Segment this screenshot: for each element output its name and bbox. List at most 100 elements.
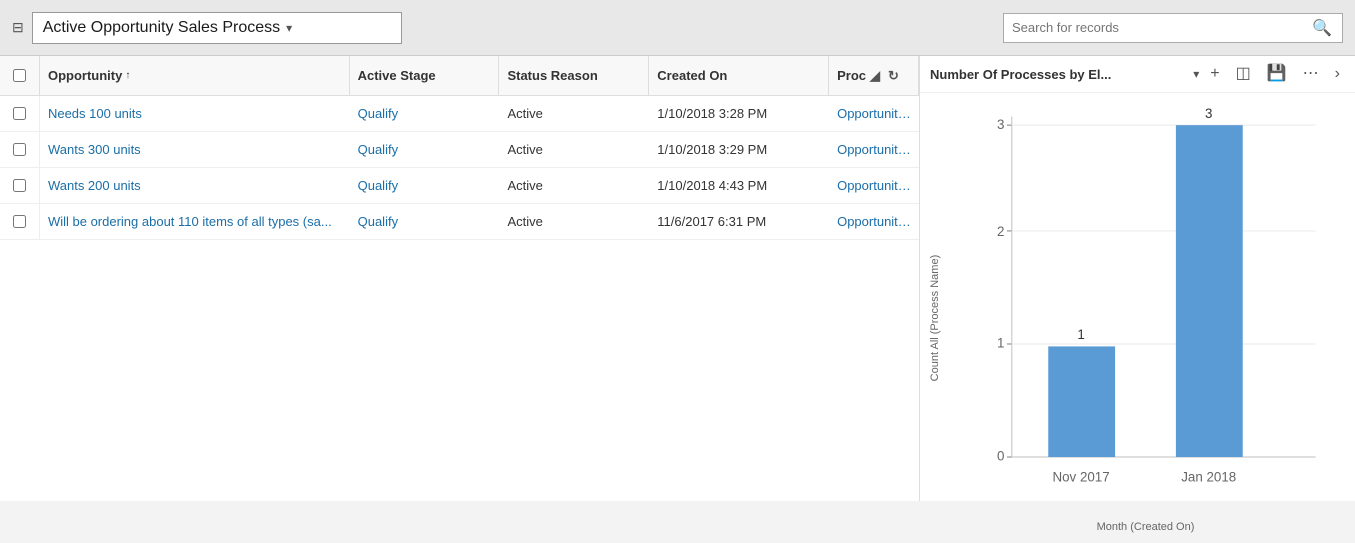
title-dropdown-arrow[interactable]: ▾ xyxy=(286,21,292,35)
search-box[interactable]: 🔍 xyxy=(1003,13,1343,43)
active-stage-link-1[interactable]: Qualify xyxy=(358,142,398,157)
chart-expand-button[interactable]: ◫ xyxy=(1231,64,1256,84)
row-checkbox-2[interactable] xyxy=(13,179,26,192)
opportunity-link-2[interactable]: Wants 200 units xyxy=(48,178,141,193)
row-created-on-2: 1/10/2018 4:43 PM xyxy=(649,168,829,203)
row-process-2: Opportunity Sa xyxy=(829,168,919,203)
page-title: Active Opportunity Sales Process xyxy=(43,19,280,37)
row-status-reason-2: Active xyxy=(499,168,649,203)
active-stage-link-0[interactable]: Qualify xyxy=(358,106,398,121)
table-row: Will be ordering about 110 items of all … xyxy=(0,204,919,240)
row-check-3[interactable] xyxy=(0,204,40,239)
table-rows: Needs 100 units Qualify Active 1/10/2018… xyxy=(0,96,919,240)
svg-text:Nov 2017: Nov 2017 xyxy=(1052,469,1109,484)
created-on-text-3: 11/6/2017 6:31 PM xyxy=(657,214,766,229)
row-opportunity-1: Wants 300 units xyxy=(40,132,350,167)
process-link-2[interactable]: Opportunity Sa xyxy=(837,178,911,193)
process-link-0[interactable]: Opportunity Sa xyxy=(837,106,911,121)
col-label-status-reason: Status Reason xyxy=(507,68,597,83)
row-active-stage-0: Qualify xyxy=(350,96,500,131)
x-axis-label: Month (Created On) xyxy=(951,521,1340,533)
chart-svg-container: 0 1 2 3 xyxy=(951,103,1340,519)
search-input[interactable] xyxy=(1012,20,1310,35)
main-content: Opportunity ↑ Active Stage Status Reason… xyxy=(0,56,1355,501)
row-check-2[interactable] xyxy=(0,168,40,203)
chart-body: Count All (Process Name) 0 1 xyxy=(920,93,1355,543)
col-label-opportunity: Opportunity xyxy=(48,68,122,83)
row-active-stage-3: Qualify xyxy=(350,204,500,239)
col-label-created-on: Created On xyxy=(657,68,727,83)
table-row: Wants 300 units Qualify Active 1/10/2018… xyxy=(0,132,919,168)
col-header-opportunity[interactable]: Opportunity ↑ xyxy=(40,56,350,95)
chart-more-button[interactable]: ⋯ xyxy=(1298,64,1324,84)
row-check-0[interactable] xyxy=(0,96,40,131)
opportunity-link-0[interactable]: Needs 100 units xyxy=(48,106,142,121)
row-active-stage-1: Qualify xyxy=(350,132,500,167)
table-row: Wants 200 units Qualify Active 1/10/2018… xyxy=(0,168,919,204)
process-link-1[interactable]: Opportunity Sa xyxy=(837,142,911,157)
created-on-text-2: 1/10/2018 4:43 PM xyxy=(657,178,767,193)
col-header-active-stage[interactable]: Active Stage xyxy=(350,56,500,95)
col-header-created-on[interactable]: Created On xyxy=(649,56,829,95)
sort-arrow-opportunity: ↑ xyxy=(125,70,130,81)
nav-icon: ⊟ xyxy=(12,19,24,36)
svg-text:3: 3 xyxy=(1205,106,1212,121)
select-all-checkbox[interactable] xyxy=(13,69,26,82)
svg-text:Jan 2018: Jan 2018 xyxy=(1181,469,1236,484)
col-label-process: Proc xyxy=(837,68,866,83)
row-opportunity-3: Will be ordering about 110 items of all … xyxy=(40,204,350,239)
row-status-reason-1: Active xyxy=(499,132,649,167)
status-reason-text-0: Active xyxy=(507,106,542,121)
svg-text:0: 0 xyxy=(997,449,1004,464)
col-label-active-stage: Active Stage xyxy=(358,68,436,83)
row-created-on-3: 11/6/2017 6:31 PM xyxy=(649,204,829,239)
svg-text:1: 1 xyxy=(1077,327,1084,342)
active-stage-link-2[interactable]: Qualify xyxy=(358,178,398,193)
chart-dropdown-arrow[interactable]: ▾ xyxy=(1193,67,1199,81)
active-stage-link-3[interactable]: Qualify xyxy=(358,214,398,229)
chart-area: 0 1 2 3 xyxy=(946,103,1350,533)
chart-panel: Number Of Processes by El... ▾ + ◫ 💾 ⋯ ›… xyxy=(920,56,1355,501)
svg-text:2: 2 xyxy=(997,224,1004,239)
bar-chart-svg: 0 1 2 3 xyxy=(951,103,1340,519)
process-link-3[interactable]: Opportunity Sa xyxy=(837,214,911,229)
col-header-status-reason[interactable]: Status Reason xyxy=(499,56,649,95)
y-axis-label: Count All (Process Name) xyxy=(924,103,946,533)
search-button[interactable]: 🔍 xyxy=(1310,18,1334,38)
bar-jan2018 xyxy=(1176,125,1243,457)
row-created-on-1: 1/10/2018 3:29 PM xyxy=(649,132,829,167)
table-row: Needs 100 units Qualify Active 1/10/2018… xyxy=(0,96,919,132)
chart-add-button[interactable]: + xyxy=(1205,64,1224,84)
row-process-0: Opportunity Sa xyxy=(829,96,919,131)
filter-icon[interactable]: ◢ xyxy=(870,68,880,84)
status-reason-text-2: Active xyxy=(507,178,542,193)
chart-chevron-button[interactable]: › xyxy=(1330,64,1345,84)
table-panel: Opportunity ↑ Active Stage Status Reason… xyxy=(0,56,920,501)
row-opportunity-2: Wants 200 units xyxy=(40,168,350,203)
opportunity-link-1[interactable]: Wants 300 units xyxy=(48,142,141,157)
bar-nov2017 xyxy=(1048,346,1115,457)
column-header-row: Opportunity ↑ Active Stage Status Reason… xyxy=(0,56,919,96)
row-active-stage-2: Qualify xyxy=(350,168,500,203)
row-check-1[interactable] xyxy=(0,132,40,167)
row-process-3: Opportunity Sa xyxy=(829,204,919,239)
col-header-process[interactable]: Proc ◢ ↻ xyxy=(829,56,919,95)
row-checkbox-0[interactable] xyxy=(13,107,26,120)
row-status-reason-3: Active xyxy=(499,204,649,239)
row-process-1: Opportunity Sa xyxy=(829,132,919,167)
row-created-on-0: 1/10/2018 3:28 PM xyxy=(649,96,829,131)
row-checkbox-1[interactable] xyxy=(13,143,26,156)
chart-header: Number Of Processes by El... ▾ + ◫ 💾 ⋯ › xyxy=(920,56,1355,93)
refresh-icon[interactable]: ↻ xyxy=(888,68,899,84)
select-all-cell[interactable] xyxy=(0,56,40,95)
created-on-text-0: 1/10/2018 3:28 PM xyxy=(657,106,767,121)
row-checkbox-3[interactable] xyxy=(13,215,26,228)
title-box[interactable]: Active Opportunity Sales Process ▾ xyxy=(32,12,402,44)
opportunity-link-3[interactable]: Will be ordering about 110 items of all … xyxy=(48,214,332,229)
created-on-text-1: 1/10/2018 3:29 PM xyxy=(657,142,767,157)
status-reason-text-1: Active xyxy=(507,142,542,157)
header-bar: ⊟ Active Opportunity Sales Process ▾ 🔍 xyxy=(0,0,1355,56)
svg-text:1: 1 xyxy=(997,336,1004,351)
chart-save-button[interactable]: 💾 xyxy=(1262,64,1292,84)
status-reason-text-3: Active xyxy=(507,214,542,229)
